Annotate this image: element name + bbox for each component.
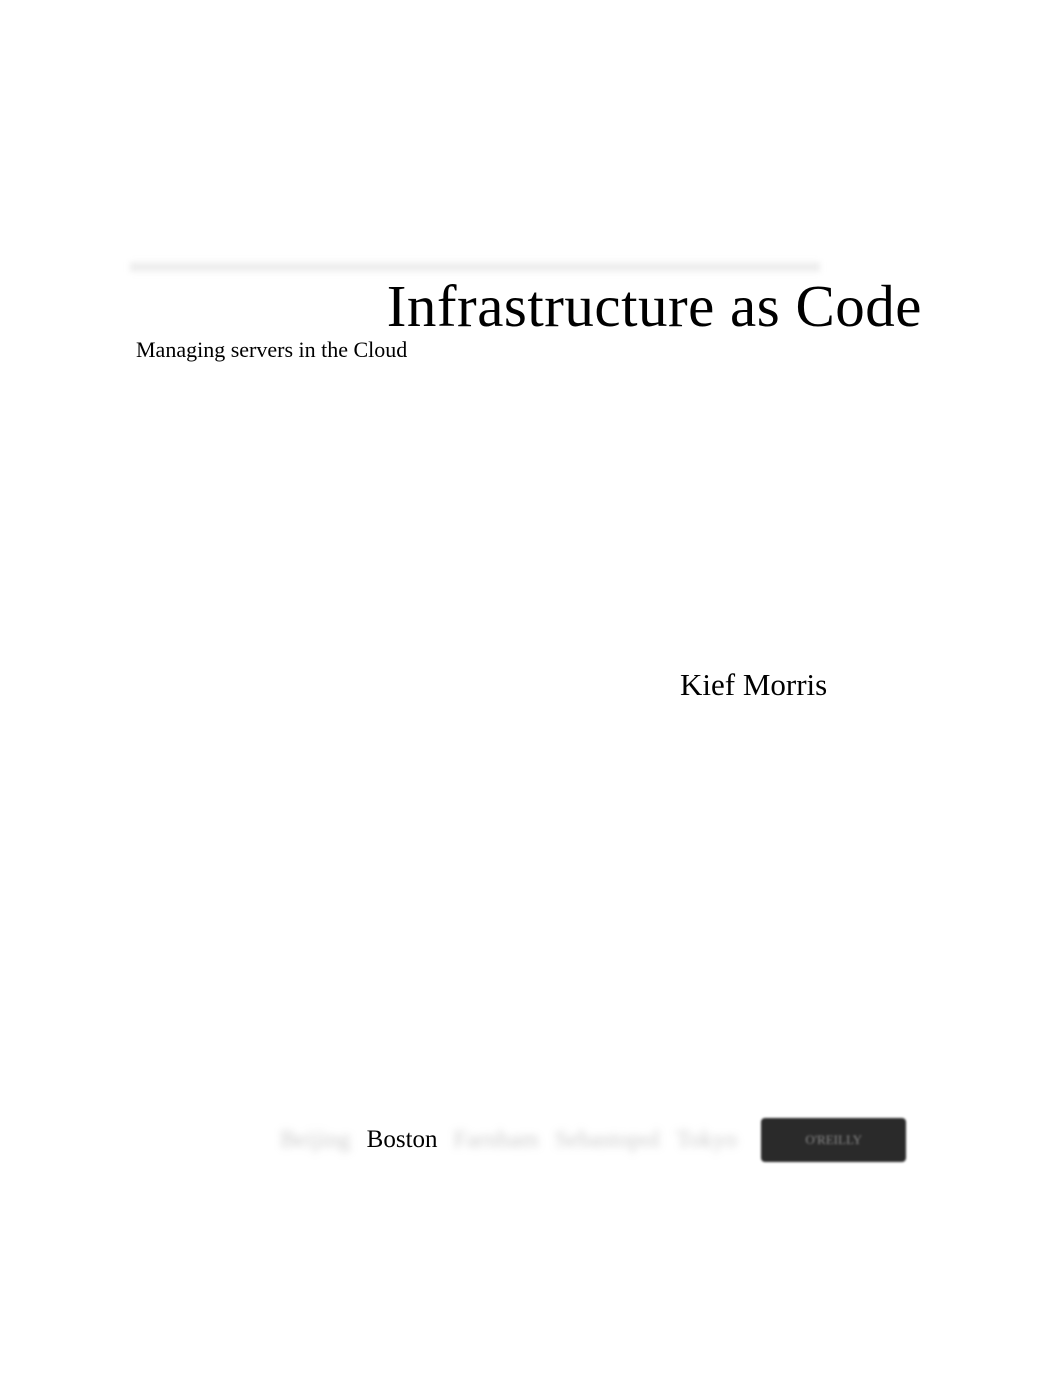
city-blurred-1: Beijing — [280, 1127, 351, 1154]
book-subtitle: Managing servers in the Cloud — [136, 337, 407, 363]
city-blurred-3: Sebastopol — [555, 1127, 660, 1154]
title-rule — [130, 262, 820, 272]
city-blurred-4: Tokyo — [676, 1127, 737, 1154]
title-page: Infrastructure as Code Managing servers … — [0, 0, 1062, 1397]
book-title: Infrastructure as Code — [387, 272, 922, 341]
publisher-logo-box: O'REILLY — [761, 1118, 906, 1162]
city-boston: Boston — [367, 1126, 438, 1154]
book-author: Kief Morris — [680, 667, 827, 703]
publisher-cities: Beijing Boston Farnham Sebastopol Tokyo … — [280, 1118, 906, 1162]
city-blurred-2: Farnham — [454, 1127, 539, 1154]
publisher-logo-text: O'REILLY — [805, 1132, 862, 1148]
